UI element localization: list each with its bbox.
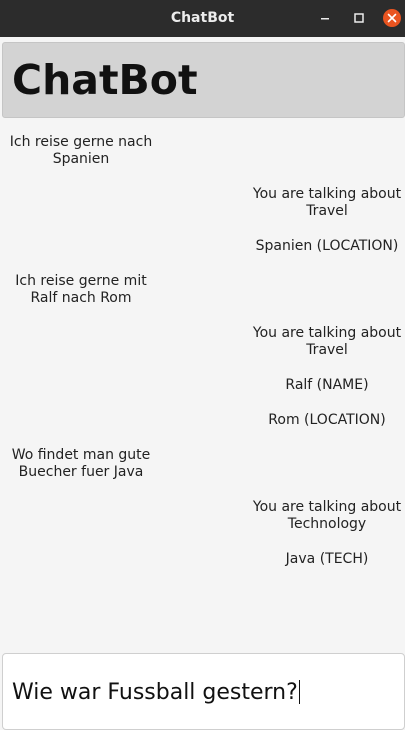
user-message: Wo findet man gute Buecher fuer Java [11, 447, 151, 480]
maximize-button[interactable] [350, 9, 368, 27]
minimize-icon [321, 18, 329, 20]
text-caret [298, 680, 300, 704]
message-input[interactable]: Wie war Fussball gestern? [2, 653, 405, 730]
bot-message: Ralf (NAME) [285, 377, 369, 393]
bot-message: Rom (LOCATION) [268, 412, 386, 428]
minimize-button[interactable] [316, 9, 334, 27]
bot-message: You are talking about Travel [252, 186, 402, 219]
close-icon [387, 13, 397, 23]
title-bar[interactable]: ChatBot [0, 0, 405, 37]
maximize-icon [354, 13, 364, 23]
chatbot-window: ChatBot ChatBot Ich reise gerne nach Spa… [0, 0, 405, 730]
chat-log[interactable]: Ich reise gerne nach Spanien You are tal… [0, 124, 405, 644]
bot-message: Spanien (LOCATION) [255, 238, 399, 254]
bot-message: You are talking about Travel [252, 325, 402, 358]
user-message: Ich reise gerne mit Ralf nach Rom [15, 273, 147, 306]
chat-header: ChatBot [2, 42, 405, 118]
bot-message: Java (TECH) [285, 551, 369, 567]
header-title: ChatBot [12, 56, 198, 104]
window-title: ChatBot [170, 10, 235, 26]
bot-message: You are talking about Technology [252, 499, 402, 532]
close-button[interactable] [383, 9, 401, 27]
message-input-value: Wie war Fussball gestern? [12, 680, 298, 705]
user-message: Ich reise gerne nach Spanien [9, 134, 153, 167]
message-input-text[interactable]: Wie war Fussball gestern? [12, 679, 300, 707]
